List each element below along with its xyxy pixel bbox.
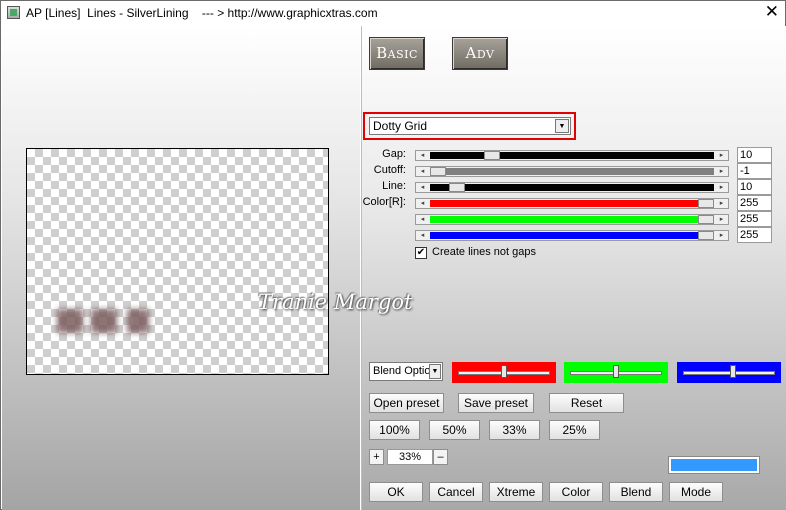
- slider-fill: [430, 232, 714, 239]
- slider-value-field[interactable]: 10: [737, 147, 772, 163]
- zoom-100-button[interactable]: 100%: [369, 420, 420, 440]
- watermark: Tranie Margot: [258, 290, 413, 314]
- slider-label: Color[R]:: [362, 196, 406, 208]
- preview-dot: [57, 309, 83, 333]
- close-icon[interactable]: ✕: [765, 2, 779, 22]
- slider-track[interactable]: ◂ ▸: [415, 166, 729, 177]
- color-button[interactable]: Color: [549, 482, 603, 502]
- slider-value-field[interactable]: -1: [737, 163, 772, 179]
- slider-track[interactable]: ◂ ▸: [415, 198, 729, 209]
- chevron-left-icon[interactable]: ◂: [416, 167, 429, 176]
- slider-thumb[interactable]: [698, 215, 714, 224]
- slider-label: Cutoff:: [373, 164, 406, 176]
- chevron-left-icon[interactable]: ◂: [416, 231, 429, 240]
- create-lines-checkbox[interactable]: ✔: [415, 247, 427, 259]
- basic-button[interactable]: Basic: [369, 37, 425, 70]
- slider-thumb[interactable]: [698, 199, 714, 208]
- effect-select[interactable]: Dotty Grid ▼: [369, 117, 571, 135]
- chevron-right-icon[interactable]: ▸: [715, 167, 728, 176]
- color-slider-thumb[interactable]: [501, 365, 507, 378]
- slider-fill: [430, 200, 714, 207]
- slider-label: Gap:: [382, 148, 406, 160]
- slider-thumb[interactable]: [484, 151, 500, 160]
- color-channel-slider[interactable]: [452, 362, 556, 383]
- chevron-right-icon[interactable]: ▸: [715, 151, 728, 160]
- cancel-button[interactable]: Cancel: [429, 482, 483, 502]
- create-lines-label: Create lines not gaps: [432, 246, 536, 258]
- slider-track[interactable]: ◂ ▸: [415, 182, 729, 193]
- zoom-out-button[interactable]: –: [433, 449, 448, 465]
- slider-fill: [430, 152, 714, 159]
- chevron-right-icon[interactable]: ▸: [715, 199, 728, 208]
- chevron-left-icon[interactable]: ◂: [416, 199, 429, 208]
- zoom-in-button[interactable]: +: [369, 449, 384, 465]
- slider-thumb[interactable]: [698, 231, 714, 240]
- slider-thumb[interactable]: [449, 183, 465, 192]
- color-channel-slider[interactable]: [564, 362, 668, 383]
- open-preset-button[interactable]: Open preset: [369, 393, 444, 413]
- chevron-right-icon[interactable]: ▸: [715, 215, 728, 224]
- preview-dot: [91, 309, 117, 333]
- chevron-left-icon[interactable]: ◂: [416, 183, 429, 192]
- slider-thumb[interactable]: [430, 167, 446, 176]
- adv-button[interactable]: Adv: [452, 37, 508, 70]
- slider-track[interactable]: ◂ ▸: [415, 150, 729, 161]
- app-icon: [7, 6, 20, 19]
- slider-value-field[interactable]: 255: [737, 227, 772, 243]
- mode-button[interactable]: Mode: [669, 482, 723, 502]
- chevron-right-icon[interactable]: ▸: [715, 183, 728, 192]
- chevron-right-icon[interactable]: ▸: [715, 231, 728, 240]
- chevron-left-icon[interactable]: ◂: [416, 151, 429, 160]
- slider-value-field[interactable]: 10: [737, 179, 772, 195]
- preview-dot: [127, 309, 149, 333]
- slider-value-field[interactable]: 255: [737, 195, 772, 211]
- ok-button[interactable]: OK: [369, 482, 423, 502]
- blend-options-select[interactable]: Blend Optio ▼: [369, 362, 443, 381]
- slider-value-field[interactable]: 255: [737, 211, 772, 227]
- slider-fill: [430, 168, 714, 175]
- slider-fill: [430, 216, 714, 223]
- color-slider-thumb[interactable]: [613, 365, 619, 378]
- chevron-down-icon[interactable]: ▼: [429, 364, 441, 379]
- color-slider-track: [683, 371, 775, 375]
- blend-button[interactable]: Blend: [609, 482, 663, 502]
- save-preset-button[interactable]: Save preset: [458, 393, 534, 413]
- zoom-25-button[interactable]: 25%: [549, 420, 600, 440]
- chevron-left-icon[interactable]: ◂: [416, 215, 429, 224]
- zoom-50-button[interactable]: 50%: [429, 420, 480, 440]
- slider-label: Line:: [382, 180, 406, 192]
- xtreme-button[interactable]: Xtreme: [489, 482, 543, 502]
- zoom-33-button[interactable]: 33%: [489, 420, 540, 440]
- reset-button[interactable]: Reset: [549, 393, 624, 413]
- title-bar: AP [Lines] Lines - SilverLining --- > ht…: [1, 1, 785, 25]
- color-channel-slider[interactable]: [677, 362, 781, 383]
- zoom-level-field[interactable]: 33%: [387, 449, 433, 465]
- slider-fill: [430, 184, 714, 191]
- blend-options-value: Blend Optio: [373, 365, 431, 377]
- slider-track[interactable]: ◂ ▸: [415, 230, 729, 241]
- window-title: AP [Lines] Lines - SilverLining --- > ht…: [26, 6, 378, 20]
- color-slider-thumb[interactable]: [730, 365, 736, 378]
- preview-canvas[interactable]: [26, 148, 329, 375]
- slider-track[interactable]: ◂ ▸: [415, 214, 729, 225]
- effect-select-value: Dotty Grid: [373, 119, 428, 133]
- color-swatch[interactable]: [668, 456, 760, 474]
- chevron-down-icon[interactable]: ▼: [555, 119, 569, 133]
